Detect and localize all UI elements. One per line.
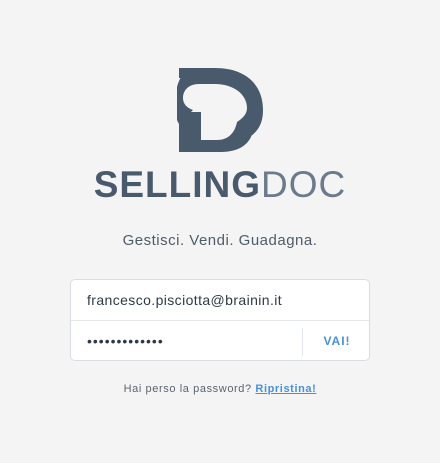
login-form: VAI!: [70, 279, 370, 361]
brand-wordmark: SELLINGDOC: [0, 163, 440, 207]
login-page: SELLINGDOC Gestisci. Vendi. Guadagna. VA…: [0, 0, 440, 463]
password-row: VAI!: [71, 321, 369, 361]
recovery-link[interactable]: Ripristina!: [255, 383, 316, 395]
brand-name-light: DOC: [261, 164, 347, 205]
brand-name-bold: SELLING: [93, 164, 262, 205]
sellingdoc-logo-icon: [177, 68, 263, 152]
email-field[interactable]: [87, 280, 357, 320]
tagline: Gestisci. Vendi. Guadagna.: [122, 232, 318, 249]
password-recovery: Hai perso la password? Ripristina!: [0, 383, 440, 395]
submit-button[interactable]: VAI!: [303, 321, 371, 361]
email-row: [71, 280, 369, 321]
password-field[interactable]: [87, 321, 297, 361]
recovery-prompt: Hai perso la password?: [123, 383, 252, 395]
